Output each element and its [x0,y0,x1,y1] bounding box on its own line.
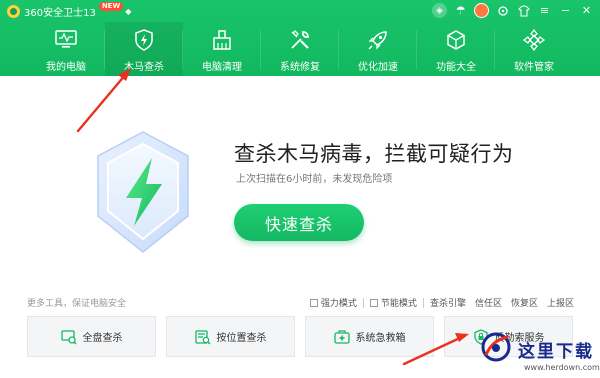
app-logo-icon [7,4,20,18]
nav-label: 软件管家 [514,62,554,73]
avatar-icon[interactable] [474,3,489,18]
link-scan-engine[interactable]: 查杀引擎 [430,296,466,309]
option-divider [362,297,364,308]
eco-mode-checkbox[interactable] [369,298,378,307]
nav-label: 电脑清理 [202,62,242,73]
nav-label: 功能大全 [436,62,476,73]
menu-icon[interactable]: ≡ [537,3,552,18]
tools-label: 更多工具，保证电脑安全 [27,299,127,309]
watermark-text: 这里下载 [518,342,594,362]
scan-options: 强力模式 节能模式 查杀引擎 信任区 恢复区 上报区 [309,296,574,309]
hero-subtitle: 上次扫描在6小时前，未发现危险项 [236,174,393,185]
tool-label: 按位置查杀 [216,333,267,344]
watermark-logo-icon [481,332,511,362]
shirt-icon[interactable] [516,3,531,18]
option-label: 节能模式 [380,299,417,309]
header: 360安全卫士13 NEW ◆ ◈ ☂ ≡ − ✕ 我的电脑 木马查杀 电脑清理… [0,0,600,76]
nav-item-cleanup[interactable]: 电脑清理 [183,22,261,76]
skin-icon[interactable] [495,3,510,18]
cube-icon [444,28,468,52]
broom-icon [210,28,234,52]
watermark: 这里下载 www.herdown.com [480,325,600,377]
link-trust-zone[interactable]: 信任区 [475,296,502,309]
tool-label: 全盘查杀 [82,333,123,344]
full-scan-icon [60,329,77,345]
umbrella-icon[interactable]: ☂ [453,3,468,18]
nav-item-software-manager[interactable]: 软件管家 [495,22,573,76]
new-badge: NEW [98,1,124,11]
power-mode-checkbox[interactable] [309,298,318,307]
hero-shield-icon [92,128,194,256]
power-mode-option[interactable]: 强力模式 [309,296,357,309]
nav-item-trojan-scan[interactable]: 木马查杀 [105,22,183,76]
app-title: 360安全卫士13 [24,7,96,19]
nav-item-system-repair[interactable]: 系统修复 [261,22,339,76]
arrow-to-trojan-tab [76,68,131,133]
nav-label: 优化加速 [358,62,398,73]
flower-icon [522,28,546,52]
monitor-icon [54,28,78,52]
nav-item-all-features[interactable]: 功能大全 [417,22,495,76]
link-restore-zone[interactable]: 恢复区 [511,296,538,309]
eco-mode-option[interactable]: 节能模式 [369,296,417,309]
link-report-zone[interactable]: 上报区 [547,296,574,309]
quick-scan-button[interactable]: 快速查杀 [234,204,364,241]
wrench-icon [288,28,312,52]
location-scan-button[interactable]: 按位置查杀 [166,316,295,357]
rocket-icon [366,28,390,52]
option-divider [422,297,424,308]
first-aid-button[interactable]: 系统急救箱 [305,316,434,357]
minimize-icon[interactable]: − [558,3,573,18]
main-nav: 我的电脑 木马查杀 电脑清理 系统修复 优化加速 功能大全 软件管家 [0,22,600,76]
first-aid-icon [333,329,350,345]
tool-label: 系统急救箱 [355,333,406,344]
watermark-url: www.herdown.com [524,363,600,372]
option-label: 强力模式 [320,299,357,309]
titlebar-icons: ◈ ☂ ≡ − ✕ [432,3,594,18]
titlebar: 360安全卫士13 NEW ◆ ◈ ☂ ≡ − ✕ [0,0,600,22]
nav-item-speedup[interactable]: 优化加速 [339,22,417,76]
close-icon[interactable]: ✕ [579,3,594,18]
nav-label: 我的电脑 [46,62,86,73]
location-scan-icon [194,329,211,345]
hero-title: 查杀木马病毒，拦截可疑行为 [234,142,514,166]
full-scan-button[interactable]: 全盘查杀 [27,316,156,357]
shield-status-icon[interactable]: ◈ [432,3,447,18]
nav-label: 系统修复 [280,62,320,73]
nav-label: 木马查杀 [124,62,164,73]
nav-item-my-computer[interactable]: 我的电脑 [27,22,105,76]
shield-bolt-icon [132,28,156,52]
diamond-icon: ◆ [125,6,132,16]
